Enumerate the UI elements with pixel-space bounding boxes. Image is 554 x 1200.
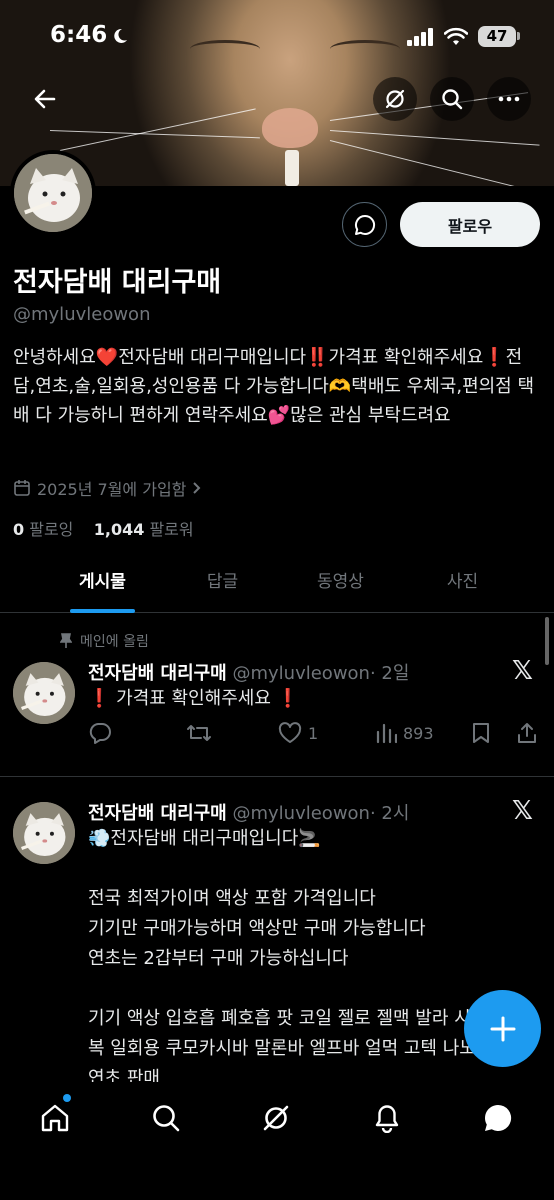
post-time[interactable]: · 2시 — [370, 803, 409, 824]
status-time: 6:46 — [50, 22, 108, 48]
cat-avatar-image — [13, 662, 75, 724]
views-button[interactable]: 893 — [375, 722, 434, 744]
more-button[interactable] — [487, 77, 531, 121]
tab-posts[interactable]: 게시물 — [60, 560, 145, 613]
x-logo-icon: 𝕏 — [512, 656, 533, 686]
banner-cat-nose — [262, 108, 318, 148]
chevron-right-icon[interactable] — [192, 481, 202, 495]
share-icon — [518, 723, 536, 743]
repost-button[interactable] — [186, 722, 212, 744]
x-logo-icon: 𝕏 — [512, 796, 533, 826]
post-avatar[interactable] — [13, 662, 75, 724]
post-divider — [0, 776, 554, 777]
grok-icon — [385, 89, 405, 109]
repost-icon — [187, 725, 211, 741]
nav-grok[interactable] — [256, 1098, 296, 1138]
like-button[interactable]: 1 — [278, 722, 318, 744]
home-icon — [41, 1104, 69, 1132]
follow-button[interactable]: 팔로우 — [400, 202, 540, 247]
cellular-signal-icon — [407, 28, 433, 46]
search-button[interactable] — [430, 77, 474, 121]
reply-icon — [89, 723, 111, 744]
cat-avatar-image — [13, 802, 75, 864]
post-header: 전자담배 대리구매 @myluvleowon· 2시 — [88, 799, 409, 825]
battery-indicator: 47 — [478, 26, 516, 47]
banner-cigarette — [285, 150, 299, 186]
scrollbar[interactable] — [545, 617, 549, 665]
wifi-icon — [444, 27, 468, 45]
bookmark-button[interactable] — [472, 722, 490, 744]
reply-button[interactable] — [88, 722, 112, 744]
post-time[interactable]: · 2일 — [370, 663, 409, 684]
following-link[interactable]: 0 팔로잉 — [13, 520, 73, 539]
bookmark-icon — [473, 723, 489, 743]
compose-post-button[interactable] — [464, 990, 541, 1067]
message-bubble-icon — [354, 214, 375, 235]
pinned-indicator: 메인에 올림 — [60, 631, 149, 651]
post-header: 전자담배 대리구매 @myluvleowon· 2일 — [88, 659, 409, 685]
grok-button[interactable] — [373, 77, 417, 121]
active-tab-indicator — [70, 609, 135, 613]
nav-search[interactable] — [146, 1098, 186, 1138]
post-handle[interactable]: @myluvleowon — [232, 663, 369, 684]
profile-name: 전자담배 대리구매 — [13, 267, 222, 298]
nav-messages[interactable] — [478, 1098, 518, 1138]
message-button[interactable] — [342, 202, 387, 247]
joined-text: 2025년 7월에 가입함 — [37, 480, 187, 499]
profile-handle: @myluvleowon — [13, 304, 151, 325]
post-avatar[interactable] — [13, 802, 75, 864]
nav-notifications[interactable] — [367, 1098, 407, 1138]
post-actions: 1 893 — [88, 722, 543, 750]
nav-home[interactable] — [35, 1094, 75, 1138]
more-icon — [498, 96, 520, 102]
message-bubble-icon — [485, 1104, 512, 1131]
bottom-navigation — [0, 1082, 554, 1200]
like-count: 1 — [308, 723, 319, 743]
cat-avatar-image — [14, 154, 92, 232]
post-handle[interactable]: @myluvleowon — [232, 803, 369, 824]
tab-videos[interactable]: 동영상 — [298, 560, 383, 613]
back-button[interactable] — [24, 78, 66, 120]
tab-photos[interactable]: 사진 — [420, 560, 505, 613]
tab-replies[interactable]: 답글 — [180, 560, 265, 613]
post-author[interactable]: 전자담배 대리구매 — [88, 803, 227, 824]
bell-icon — [375, 1105, 399, 1133]
status-bar: 6:46 47 — [0, 18, 554, 58]
profile-tabs: 게시물 답글 동영상 사진 — [0, 560, 554, 613]
battery-tip — [517, 32, 520, 40]
calendar-icon — [14, 480, 30, 496]
profile-avatar[interactable] — [10, 150, 96, 236]
grok-icon — [263, 1105, 289, 1131]
search-icon — [153, 1105, 180, 1132]
post-text: 💨전자담배 대리구매입니다🚬 전국 최적가이며 액상 포함 가격입니다 기기만 … — [88, 828, 531, 1089]
views-chart-icon — [376, 723, 397, 744]
plus-icon — [490, 1016, 515, 1041]
views-count: 893 — [403, 723, 434, 743]
joined-date: 2025년 7월에 가입함 — [13, 476, 202, 500]
share-button[interactable] — [516, 722, 538, 744]
post-author[interactable]: 전자담배 대리구매 — [88, 663, 227, 684]
pin-icon — [60, 633, 72, 648]
profile-bio: 안녕하세요❤️전자담배 대리구매입니다‼️가격표 확인해주세요❗️전담,연초,술… — [13, 347, 535, 426]
back-arrow-icon — [34, 89, 56, 109]
heart-icon — [278, 722, 302, 743]
followers-link[interactable]: 1,044 팔로워 — [94, 520, 194, 539]
follow-counts: 0 팔로잉 1,044 팔로워 — [13, 516, 194, 540]
notification-dot — [63, 1094, 71, 1102]
post-text: ❗️ 가격표 확인해주세요 ❗️ — [88, 688, 300, 709]
moon-icon — [114, 28, 127, 43]
search-icon — [442, 89, 463, 110]
